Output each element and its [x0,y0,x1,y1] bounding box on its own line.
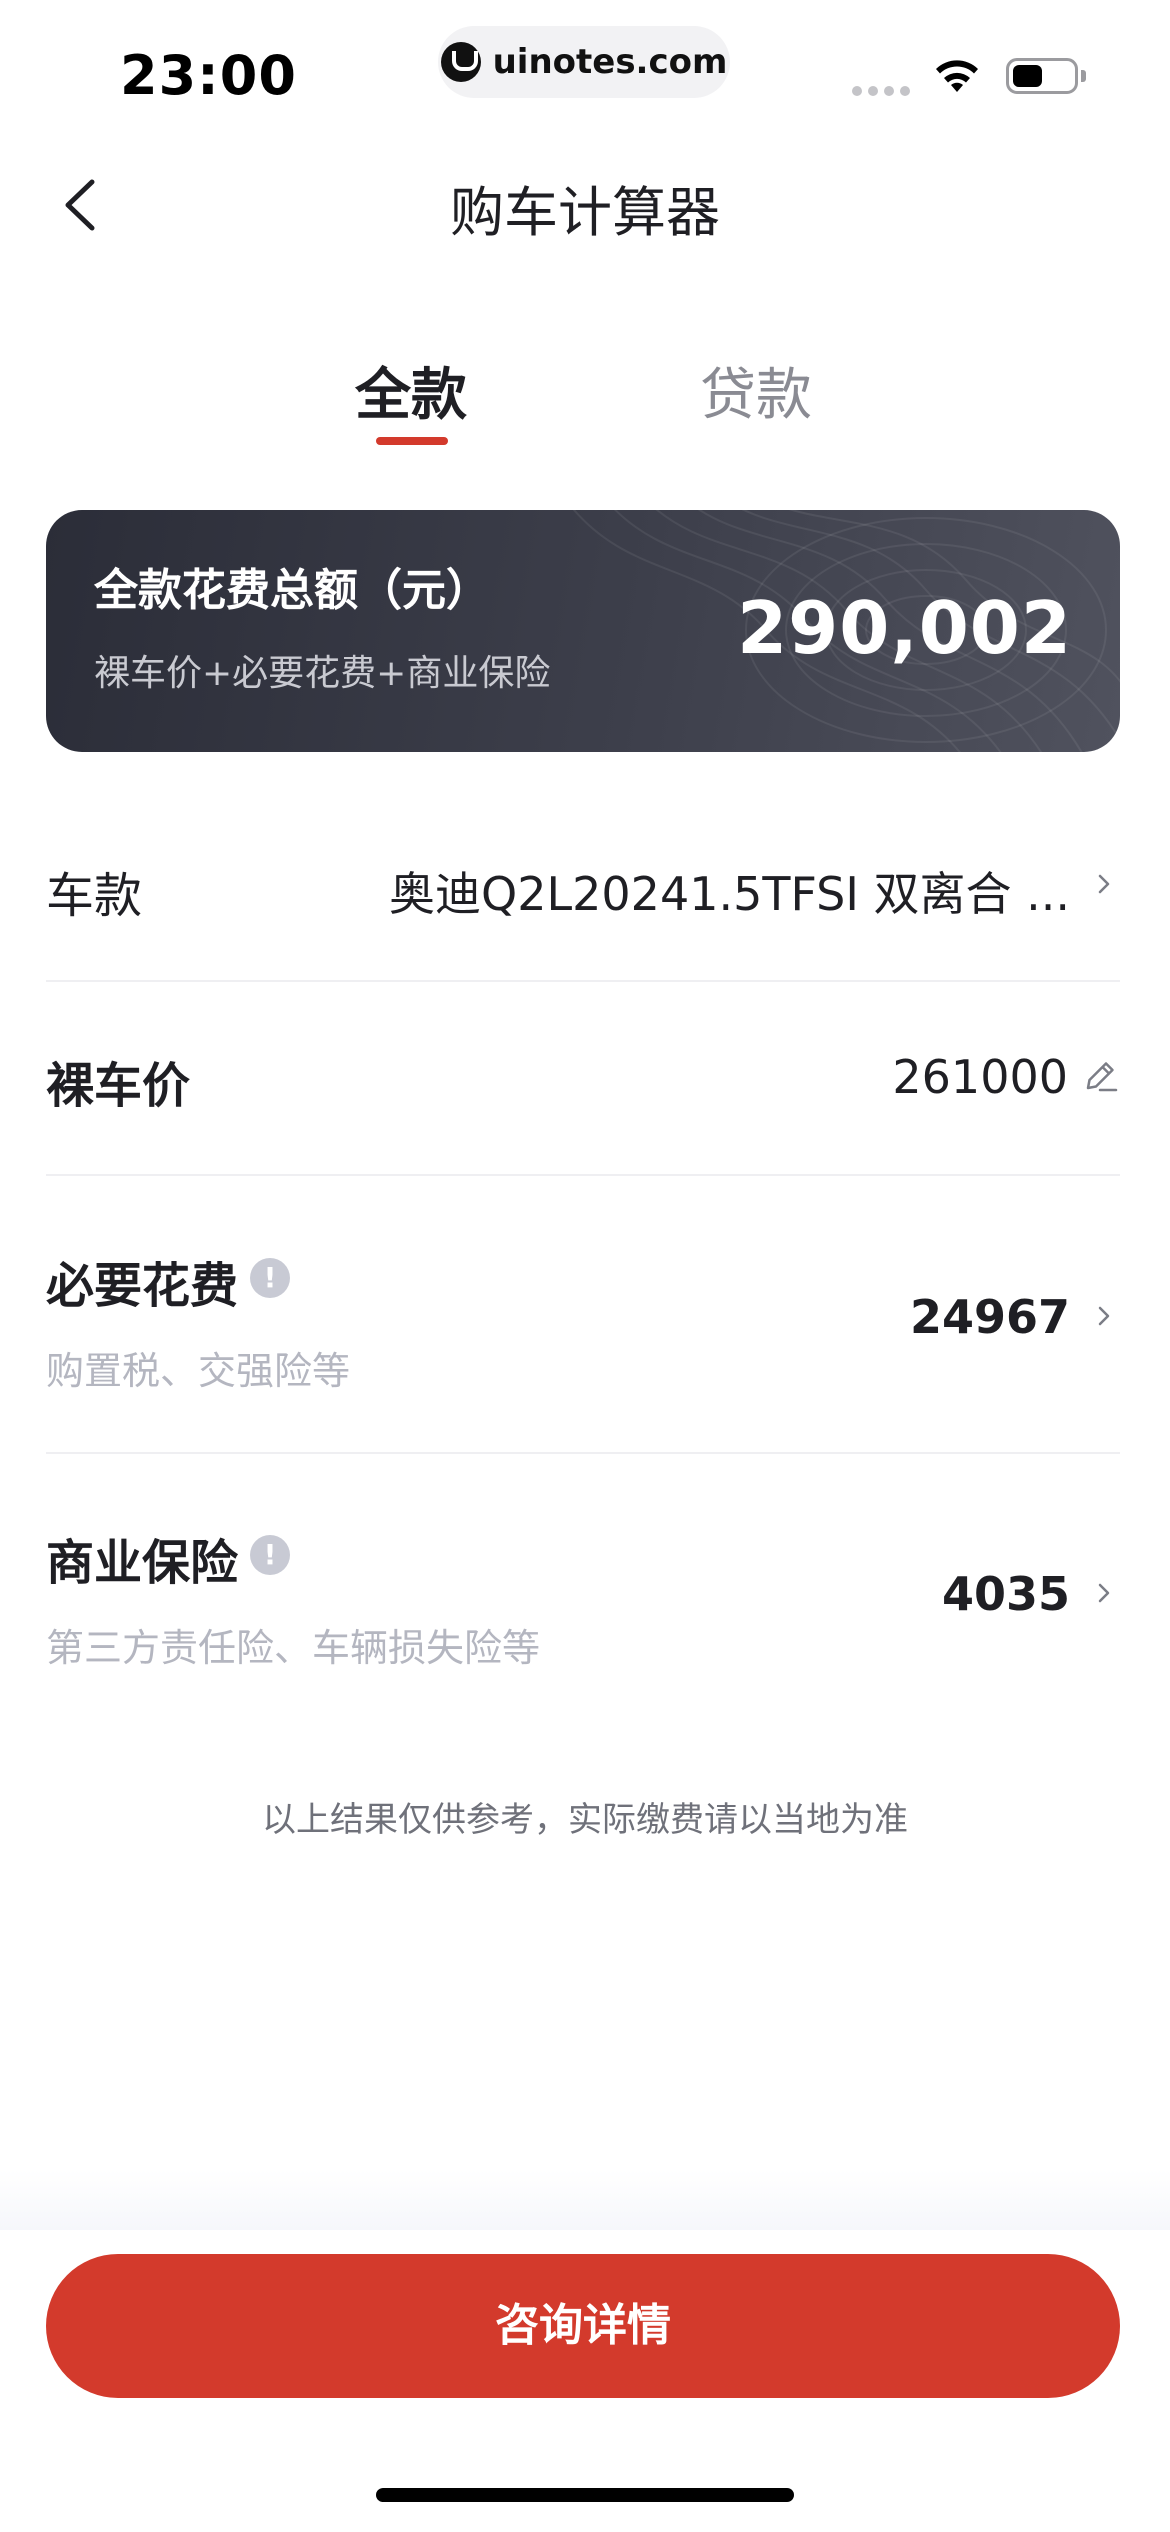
necessary-fees-hint: 购置税、交强险等 [46,1349,351,1393]
divider [46,1174,1120,1176]
card-subtitle: 裸车价+必要花费+商业保险 [94,653,551,694]
commercial-insurance-label: 商业保险 [46,1535,239,1591]
card-title: 全款花费总额（元） [94,565,490,616]
necessary-fees-value: 24967 [909,1290,1070,1344]
bare-price-row[interactable]: 裸车价 261000 [46,1010,1120,1160]
battery-level [1013,65,1042,87]
divider [46,1452,1120,1454]
necessary-fees-row[interactable]: 必要花费 ! 购置税、交强险等 24967 [46,1220,1120,1440]
info-icon[interactable]: ! [250,1535,290,1575]
bare-price-value: 261000 [892,1050,1068,1104]
cellular-signal-icon [852,86,910,96]
bottom-fade [0,2170,1170,2230]
car-model-value: 奥迪Q2L20241.5TFSI 双离合 ... [389,867,1070,921]
bare-price-label: 裸车价 [46,1058,191,1114]
commercial-insurance-hint: 第三方责任险、车辆损失险等 [46,1626,541,1670]
battery-icon [1006,58,1078,94]
chevron-right-icon [1098,874,1110,894]
home-indicator [376,2488,794,2502]
wifi-icon [936,60,978,92]
car-model-label: 车款 [46,868,143,924]
active-tab-indicator [376,437,448,445]
total-amount: 290,002 [737,586,1072,670]
consult-details-button[interactable]: 咨询详情 [46,2254,1120,2398]
necessary-fees-label: 必要花费 [46,1258,239,1314]
battery-cap [1081,70,1086,82]
page-title: 购车计算器 [450,181,720,244]
status-bar: 23:00 uinotes.com [0,0,1170,140]
url-text: uinotes.com [492,42,728,82]
payment-tabs: 全款 贷款 [0,350,1170,460]
info-icon[interactable]: ! [250,1258,290,1298]
edit-pencil-icon[interactable] [1080,1056,1120,1096]
commercial-insurance-row[interactable]: 商业保险 ! 第三方责任险、车辆损失险等 4035 [46,1497,1120,1717]
divider [46,980,1120,982]
uinotes-logo-icon [440,42,481,82]
total-cost-card: 全款花费总额（元） 裸车价+必要花费+商业保险 290,002 [46,510,1120,752]
tab-full-payment[interactable]: 全款 [311,350,511,431]
chevron-right-icon [1098,1583,1110,1603]
chevron-right-icon [1098,1306,1110,1326]
url-pill[interactable]: uinotes.com [438,26,730,98]
nav-bar: 购车计算器 [0,140,1170,270]
disclaimer-text: 以上结果仅供参考，实际缴费请以当地为准 [262,1800,908,1840]
status-time: 23:00 [120,44,297,107]
tab-loan[interactable]: 贷款 [656,350,856,431]
commercial-insurance-value: 4035 [941,1567,1070,1621]
car-model-row[interactable]: 车款 奥迪Q2L20241.5TFSI 双离合 ... [46,820,1120,970]
